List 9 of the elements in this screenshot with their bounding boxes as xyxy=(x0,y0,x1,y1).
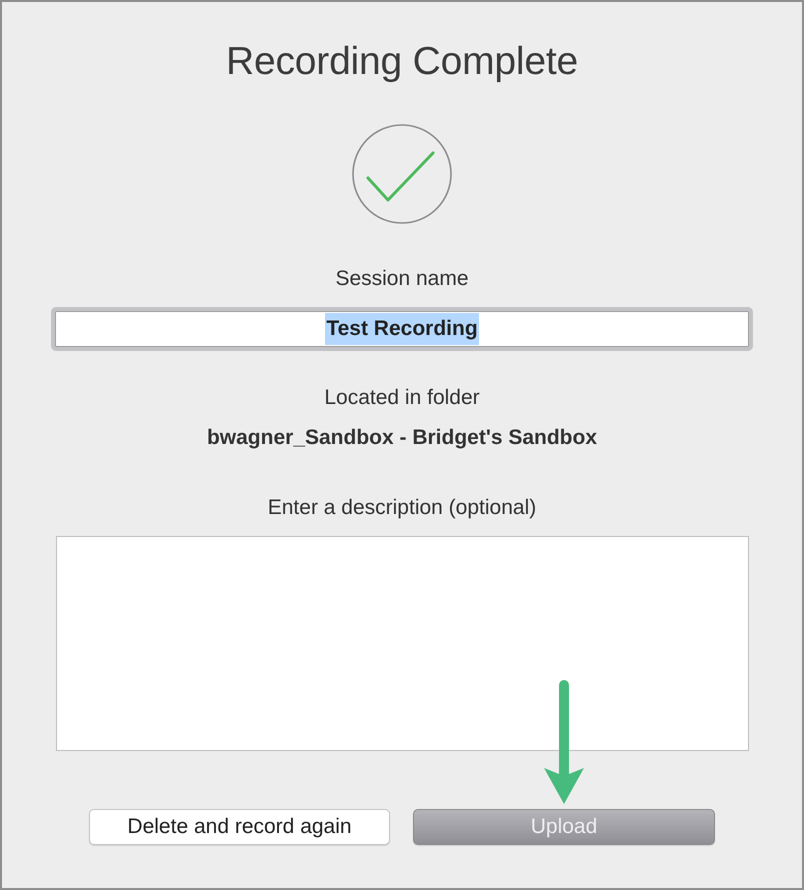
session-name-label: Session name xyxy=(335,267,469,291)
session-name-field[interactable]: Test Recording xyxy=(51,307,753,351)
checkmark-circle-icon xyxy=(352,124,452,224)
folder-label: Located in folder xyxy=(324,386,480,410)
dialog-button[interactable]: Delete and record again xyxy=(89,809,390,845)
description-field[interactable] xyxy=(56,536,748,751)
folder-name: bwagner_Sandbox - Bridget's Sandbox xyxy=(206,426,598,450)
dialog-title: Recording Complete xyxy=(226,39,578,85)
description-label: Enter a description (optional) xyxy=(268,496,536,520)
